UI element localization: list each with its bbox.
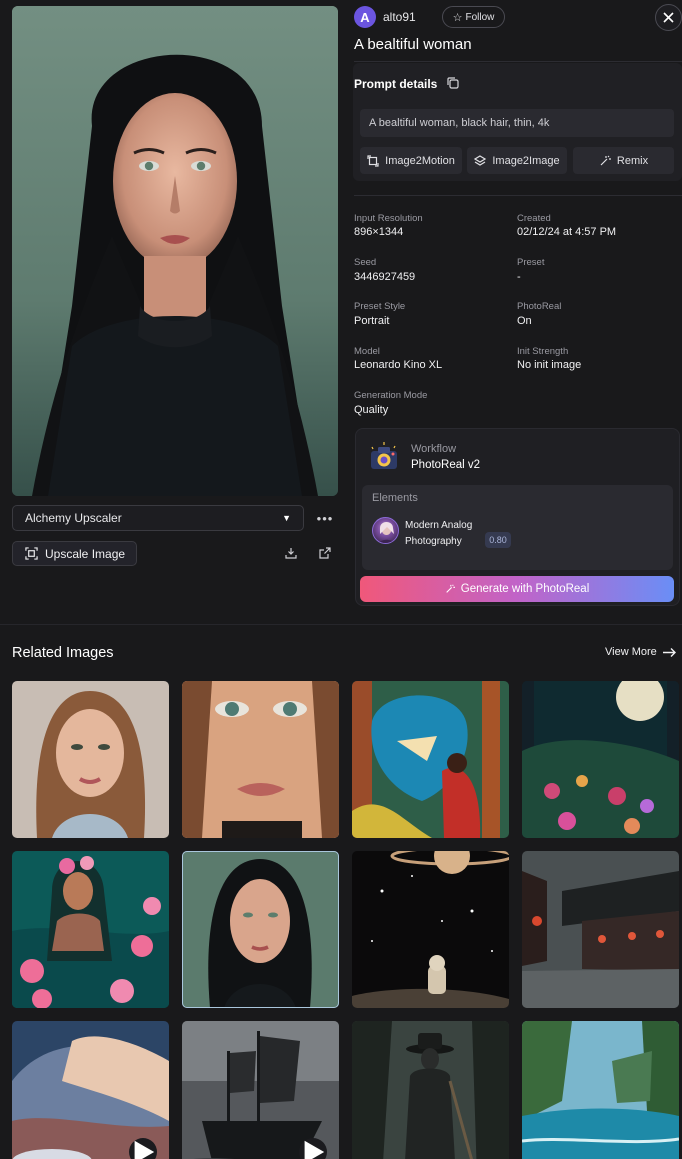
copy-icon[interactable] (446, 76, 460, 90)
avatar[interactable]: A (354, 6, 376, 28)
preset-value: - (517, 271, 521, 283)
related-image-werewolf-comic[interactable] (352, 681, 509, 838)
related-image-current-woman[interactable] (182, 851, 339, 1008)
view-more-link[interactable]: View More (605, 646, 677, 658)
close-button[interactable] (655, 4, 682, 31)
generation-mode-value: Quality (354, 404, 389, 416)
related-image-fantasy-garden[interactable] (522, 681, 679, 838)
follow-button[interactable]: ☆ Follow (442, 6, 505, 28)
model-value: Leonardo Kino XL (354, 359, 443, 371)
related-image-asian-village-rain[interactable] (522, 851, 679, 1008)
image2motion-label: Image2Motion (385, 154, 455, 167)
layers-icon (474, 154, 487, 166)
main-image[interactable] (12, 6, 338, 496)
caret-down-icon: ▼ (282, 513, 291, 523)
upscale-image-label: Upscale Image (45, 546, 126, 561)
related-image-cloudy-sunset[interactable] (12, 1021, 169, 1159)
camera-icon (371, 442, 397, 469)
photoreal-label: PhotoReal (517, 301, 562, 312)
elements-label: Elements (372, 492, 418, 504)
image-title: A bealtiful woman (354, 36, 472, 53)
related-image-lotus-woman[interactable] (12, 851, 169, 1008)
follow-label: Follow (465, 11, 495, 23)
remix-label: Remix (616, 154, 649, 167)
prompt-text: A bealtiful woman, black hair, thin, 4k (360, 109, 674, 137)
play-icon (304, 1140, 325, 1159)
related-image-astronaut-space[interactable] (352, 851, 509, 1008)
generate-label: Generate with PhotoReal (460, 583, 590, 595)
prompt-details-label: Prompt details (354, 77, 438, 91)
magic-wand-icon (446, 584, 455, 593)
image2motion-button[interactable]: Image2Motion (360, 147, 462, 174)
more-horizontal-icon: ••• (316, 510, 334, 526)
more-options-button[interactable]: ••• (314, 507, 336, 529)
close-icon (663, 12, 674, 23)
preset-style-label: Preset Style (354, 301, 406, 312)
generate-with-photoreal-button[interactable]: Generate with PhotoReal (360, 576, 674, 602)
generation-mode-label: Generation Mode (354, 390, 428, 401)
photoreal-value: On (517, 315, 532, 327)
init-strength-value: No init image (517, 359, 582, 371)
section-divider (0, 624, 682, 625)
upscaler-selected-label: Alchemy Upscaler (25, 511, 122, 525)
related-images-title: Related Images (12, 645, 114, 661)
preset-label: Preset (517, 257, 545, 268)
upscaler-select[interactable]: Alchemy Upscaler ▼ (12, 505, 304, 531)
external-link-icon (319, 547, 331, 559)
seed-label: Seed (354, 257, 377, 268)
input-resolution-label: Input Resolution (354, 213, 423, 224)
upscale-image-button[interactable]: Upscale Image (12, 541, 137, 566)
arrow-right-icon (662, 647, 676, 657)
username[interactable]: alto91 (383, 10, 416, 24)
image2image-button[interactable]: Image2Image (467, 147, 567, 174)
image2image-label: Image2Image (492, 154, 560, 167)
element-strength-badge: 0.80 (485, 532, 511, 548)
element-name: Modern Analog Photography (405, 520, 473, 547)
download-button[interactable] (282, 544, 300, 562)
created-label: Created (517, 213, 551, 224)
model-label: Model (354, 346, 380, 357)
related-image-woman-brown-hair[interactable] (12, 681, 169, 838)
preset-style-value: Portrait (354, 315, 390, 327)
element-thumbnail (372, 517, 399, 544)
init-strength-label: Init Strength (517, 346, 569, 357)
magic-wand-icon (600, 155, 611, 165)
related-image-pirate-ship[interactable] (182, 1021, 339, 1159)
remix-button[interactable]: Remix (573, 147, 674, 174)
related-image-freckled-face[interactable] (182, 681, 339, 838)
video-badge (129, 1138, 157, 1159)
open-external-button[interactable] (316, 544, 334, 562)
header-divider (354, 61, 682, 62)
workflow-label: Workflow (411, 443, 457, 455)
play-icon (134, 1140, 155, 1159)
video-badge (299, 1138, 327, 1159)
created-value: 02/12/24 at 4:57 PM (517, 226, 617, 238)
view-more-label: View More (605, 646, 657, 658)
star-icon: ☆ (452, 11, 463, 24)
motion-icon (367, 154, 379, 167)
related-image-tropical-coast[interactable] (522, 1021, 679, 1159)
download-icon (285, 548, 297, 559)
input-resolution-value: 896×1344 (354, 226, 404, 238)
seed-value: 3446927459 (354, 271, 416, 283)
workflow-value: PhotoReal v2 (411, 459, 481, 471)
details-divider (354, 195, 682, 196)
related-image-cowboy-figure[interactable] (352, 1021, 509, 1159)
upscale-icon (25, 547, 38, 560)
